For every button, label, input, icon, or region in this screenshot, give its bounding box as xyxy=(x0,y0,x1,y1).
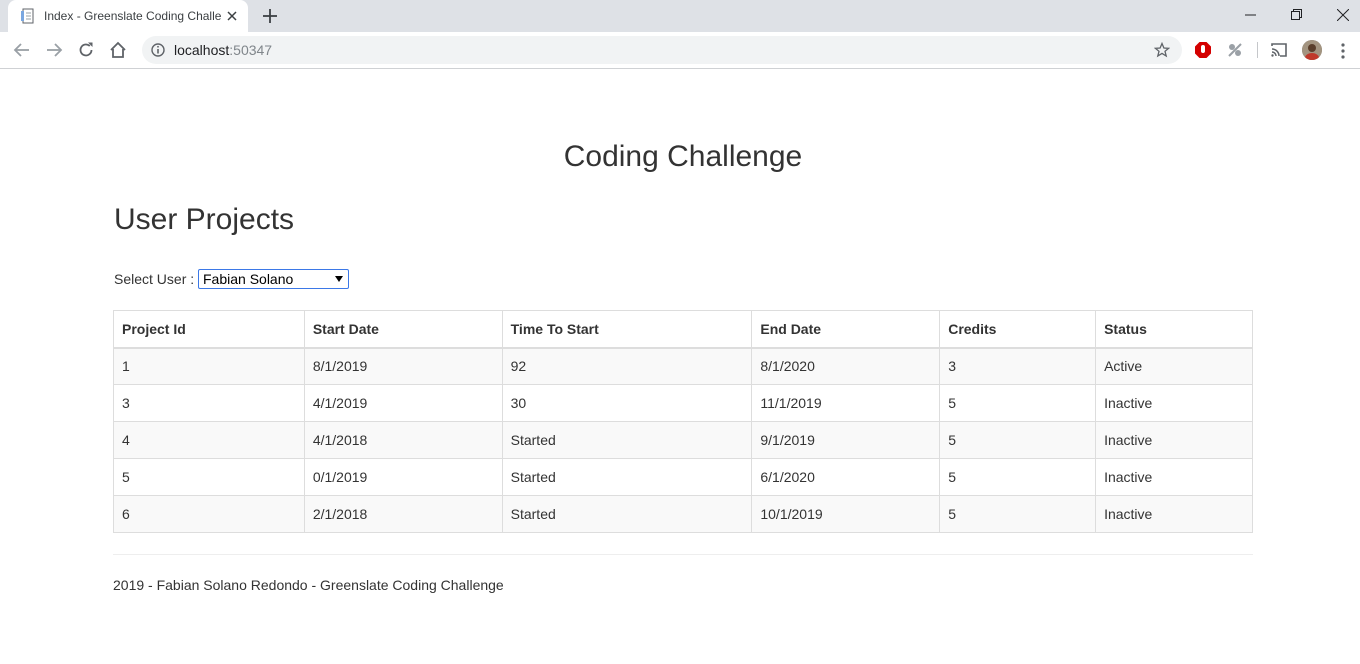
time-to-start-cell: 92 xyxy=(501,347,753,385)
minimize-button[interactable] xyxy=(1228,0,1274,30)
credits-cell: 3 xyxy=(939,347,1097,385)
project-id-cell: 3 xyxy=(113,384,305,422)
kebab-menu-icon[interactable] xyxy=(1336,42,1350,60)
table-row: 3 4/1/2019 30 11/1/2019 5 Inactive xyxy=(113,384,1253,422)
table-row: 1 8/1/2019 92 8/1/2020 3 Active xyxy=(113,347,1253,385)
column-header: Credits xyxy=(939,310,1097,349)
end-date-cell: 11/1/2019 xyxy=(751,384,941,422)
project-id-cell: 1 xyxy=(113,347,305,385)
close-icon xyxy=(1337,9,1349,21)
chevron-down-icon xyxy=(335,276,343,282)
minimize-icon xyxy=(1245,14,1256,16)
column-header: Project Id xyxy=(113,310,305,349)
time-to-start-cell: Started xyxy=(501,495,753,533)
footer-text: 2019 - Fabian Solano Redondo - Greenslat… xyxy=(113,577,504,593)
start-date-cell: 8/1/2019 xyxy=(303,347,503,385)
project-id-cell: 5 xyxy=(113,458,305,496)
column-header: End Date xyxy=(751,310,941,349)
browser-toolbar: localhost:50347 xyxy=(0,32,1360,69)
time-to-start-cell: 30 xyxy=(501,384,753,422)
start-date-cell: 4/1/2018 xyxy=(303,421,503,459)
info-icon[interactable] xyxy=(151,43,165,57)
project-id-cell: 6 xyxy=(113,495,305,533)
time-to-start-cell: Started xyxy=(501,458,753,496)
tab-title: Index - Greenslate Coding Challe xyxy=(44,9,222,23)
url-host: localhost xyxy=(174,42,230,58)
tab-strip: Index - Greenslate Coding Challe xyxy=(0,0,1360,32)
browser-tab[interactable]: Index - Greenslate Coding Challe xyxy=(8,0,248,32)
status-cell: Inactive xyxy=(1095,458,1253,496)
column-header: Status xyxy=(1095,310,1253,349)
table-row: 4 4/1/2018 Started 9/1/2019 5 Inactive xyxy=(113,421,1253,459)
profile-icon xyxy=(1302,40,1322,60)
status-cell: Inactive xyxy=(1095,421,1253,459)
url-text: localhost:50347 xyxy=(174,42,272,58)
reload-icon[interactable] xyxy=(76,40,96,60)
start-date-cell: 4/1/2019 xyxy=(303,384,503,422)
credits-cell: 5 xyxy=(939,384,1097,422)
restore-icon xyxy=(1291,9,1302,20)
status-cell: Active xyxy=(1095,347,1253,385)
credits-cell: 5 xyxy=(939,495,1097,533)
toolbar-divider xyxy=(1257,42,1258,58)
puzzle-icon[interactable] xyxy=(1226,41,1244,59)
address-bar[interactable]: localhost:50347 xyxy=(142,36,1182,64)
restore-button[interactable] xyxy=(1274,0,1320,30)
end-date-cell: 8/1/2020 xyxy=(751,347,941,385)
select-user-label: Select User : xyxy=(114,271,195,287)
table-row: 6 2/1/2018 Started 10/1/2019 5 Inactive xyxy=(113,495,1253,533)
end-date-cell: 9/1/2019 xyxy=(751,421,941,459)
start-date-cell: 0/1/2019 xyxy=(303,458,503,496)
time-to-start-cell: Started xyxy=(501,421,753,459)
adblock-icon[interactable] xyxy=(1194,41,1212,59)
page-icon xyxy=(21,8,34,24)
page-content: Coding Challenge User Projects Select Us… xyxy=(0,70,1360,664)
footer-divider xyxy=(113,554,1253,555)
back-arrow-icon[interactable] xyxy=(12,40,32,60)
user-select[interactable]: Fabian Solano xyxy=(198,269,349,289)
home-icon[interactable] xyxy=(108,40,128,60)
end-date-cell: 10/1/2019 xyxy=(751,495,941,533)
close-window-button[interactable] xyxy=(1320,0,1360,30)
table-row: 5 0/1/2019 Started 6/1/2020 5 Inactive xyxy=(113,458,1253,496)
close-icon[interactable] xyxy=(224,8,240,24)
page-title: Coding Challenge xyxy=(563,140,803,173)
plus-icon[interactable] xyxy=(260,6,280,26)
section-title: User Projects xyxy=(114,203,295,236)
forward-arrow-icon[interactable] xyxy=(44,40,64,60)
url-port: :50347 xyxy=(229,42,273,58)
avatar[interactable] xyxy=(1302,40,1322,60)
column-header: Time To Start xyxy=(501,310,753,349)
column-header: Start Date xyxy=(303,310,503,349)
project-id-cell: 4 xyxy=(113,421,305,459)
table-header-row: Project Id Start Date Time To Start End … xyxy=(113,310,1253,349)
user-select-value: Fabian Solano xyxy=(203,271,294,287)
credits-cell: 5 xyxy=(939,421,1097,459)
status-cell: Inactive xyxy=(1095,384,1253,422)
end-date-cell: 6/1/2020 xyxy=(751,458,941,496)
status-cell: Inactive xyxy=(1095,495,1253,533)
projects-table: Project Id Start Date Time To Start End … xyxy=(113,310,1253,533)
start-date-cell: 2/1/2018 xyxy=(303,495,503,533)
credits-cell: 5 xyxy=(939,458,1097,496)
cast-icon[interactable] xyxy=(1270,41,1288,59)
star-icon[interactable] xyxy=(1154,42,1170,58)
